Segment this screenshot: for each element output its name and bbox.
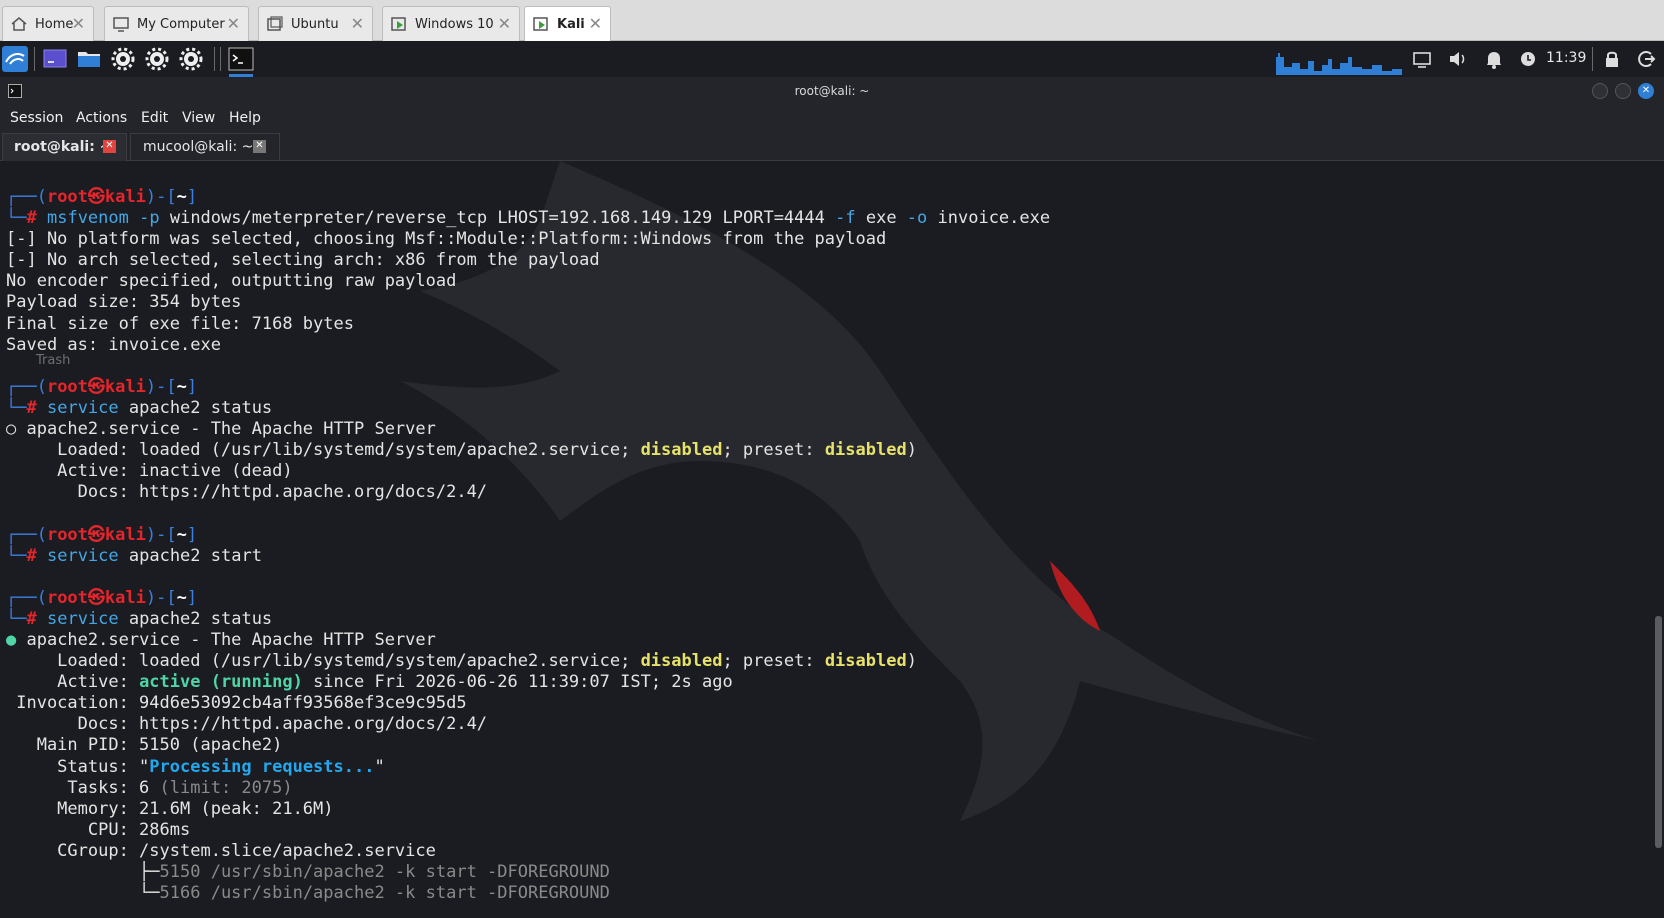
terminal-line: Final size of exe file: 7168 bytes <box>6 313 354 334</box>
menu-bar: Session Actions Edit View Help <box>0 105 1664 133</box>
menu-edit[interactable]: Edit <box>141 110 168 126</box>
terminal-line: Memory: 21.6M (peak: 21.6M) <box>6 798 334 819</box>
kali-menu-icon[interactable] <box>2 46 28 72</box>
vm-icon <box>267 16 283 31</box>
terminal-line: ○ apache2.service - The Apache HTTP Serv… <box>6 419 436 440</box>
home-icon <box>11 17 27 31</box>
vm-tab-label: Ubuntu <box>291 17 339 32</box>
vm-tab-label: My Computer <box>137 17 225 32</box>
close-icon[interactable]: ✕ <box>227 14 240 33</box>
menu-help[interactable]: Help <box>229 110 261 126</box>
terminal-line: Docs: https://httpd.apache.org/docs/2.4/ <box>6 714 488 735</box>
menu-actions[interactable]: Actions <box>76 110 127 126</box>
window-title: root@kali: ~ <box>794 84 870 98</box>
notification-bell-icon[interactable] <box>1483 46 1505 72</box>
terminal-tab-label: root@kali: ~ <box>14 139 112 155</box>
scrollbar-thumb[interactable] <box>1655 616 1662 848</box>
vm-running-icon <box>533 17 548 31</box>
terminal-line: Loaded: loaded (/usr/lib/systemd/system/… <box>6 440 917 461</box>
volume-icon[interactable] <box>1447 46 1469 72</box>
terminal-line: ● apache2.service - The Apache HTTP Serv… <box>6 629 436 650</box>
show-desktop-icon[interactable] <box>42 46 68 72</box>
terminal-line: [-] No arch selected, selecting arch: x8… <box>6 250 600 271</box>
terminal-output[interactable]: Trash ┌──(root㉿kali)-[~] └─# msfvenom -p … <box>0 161 1664 918</box>
close-icon[interactable]: ✕ <box>498 14 511 33</box>
terminal-tab-bar: root@kali: ~ ✕ mucool@kali: ~ ✕ <box>0 133 1664 161</box>
vm-tab-windows-10[interactable]: Windows 10 ✕ <box>382 6 520 41</box>
terminal-line: No encoder specified, outputting raw pay… <box>6 271 457 292</box>
close-icon[interactable]: ✕ <box>589 14 602 33</box>
terminal-line: Invocation: 94d6e53092cb4aff93568ef3ce9c… <box>6 693 467 714</box>
menu-session[interactable]: Session <box>10 110 63 126</box>
terminal-icon[interactable] <box>228 46 254 72</box>
terminal-line: ┌──(root㉿kali)-[~] <box>6 524 198 545</box>
terminal-line: └─# service apache2 status <box>6 608 273 629</box>
maximize-button[interactable] <box>1615 83 1631 99</box>
lock-icon[interactable] <box>1601 46 1623 72</box>
terminal-line: Docs: https://httpd.apache.org/docs/2.4/ <box>6 482 488 503</box>
terminal-line: Payload size: 354 bytes <box>6 292 242 313</box>
close-tab-icon[interactable]: ✕ <box>103 140 116 153</box>
terminal-line: └─# service apache2 status <box>6 397 273 418</box>
terminal-tab-root[interactable]: root@kali: ~ ✕ <box>2 133 127 161</box>
gear-icon[interactable] <box>144 46 170 72</box>
terminal-line: └─5166 /usr/sbin/apache2 -k start -DFORE… <box>6 883 610 904</box>
logout-icon[interactable] <box>1635 46 1657 72</box>
gear-icon[interactable] <box>110 46 136 72</box>
terminal-line: Active: inactive (dead) <box>6 461 293 482</box>
terminal-line: └─# service apache2 start <box>6 545 262 566</box>
terminal-line: CGroup: /system.slice/apache2.service <box>6 840 436 861</box>
terminal-line: Tasks: 6 (limit: 2075) <box>6 777 293 798</box>
display-icon[interactable] <box>1411 46 1433 72</box>
vm-tab-label: Kali <box>557 17 585 32</box>
terminal-line: Active: active (running) since Fri 2026-… <box>6 672 733 693</box>
terminal-line: Status: "Processing requests..." <box>6 756 385 777</box>
monitor-icon <box>113 17 129 32</box>
vm-tab-label: Home <box>35 17 74 32</box>
vm-tab-bar: Home ✕ My Computer ✕ Ubuntu ✕ Windows 10… <box>0 0 1664 42</box>
window-titlebar[interactable]: root@kali: ~ ✕ <box>0 77 1664 105</box>
terminal-line: Loaded: loaded (/usr/lib/systemd/system/… <box>6 651 917 672</box>
vm-tab-ubuntu[interactable]: Ubuntu ✕ <box>258 6 373 41</box>
cpu-graph-icon <box>1276 53 1402 75</box>
close-icon[interactable]: ✕ <box>351 14 364 33</box>
file-manager-icon[interactable] <box>76 46 102 72</box>
vm-running-icon <box>391 17 406 31</box>
power-status-icon[interactable] <box>1517 46 1539 72</box>
terminal-line: [-] No platform was selected, choosing M… <box>6 229 887 250</box>
terminal-line: └─# msfvenom -p windows/meterpreter/reve… <box>6 208 1051 229</box>
terminal-line: ┌──(root㉿kali)-[~] <box>6 376 198 397</box>
vm-tab-home[interactable]: Home ✕ <box>2 6 94 41</box>
terminal-tab-label: mucool@kali: ~ <box>143 139 254 155</box>
vm-tab-kali[interactable]: Kali ✕ <box>524 6 611 42</box>
panel-clock[interactable]: 11:39 <box>1546 50 1586 66</box>
terminal-line: ├─5150 /usr/sbin/apache2 -k start -DFORE… <box>6 862 610 882</box>
vm-tab-label: Windows 10 <box>415 17 494 32</box>
desktop-panel: 11:39 <box>0 41 1664 77</box>
terminal-line: ┌──(root㉿kali)-[~] <box>6 587 198 608</box>
terminal-line: ┌──(root㉿kali)-[~] <box>6 187 198 207</box>
terminal-line: Saved as: invoice.exe <box>6 334 221 355</box>
terminal-lines: ┌──(root㉿kali)-[~] └─# msfvenom -p window… <box>6 187 1050 904</box>
vm-tab-my-computer[interactable]: My Computer ✕ <box>104 6 249 41</box>
close-icon[interactable]: ✕ <box>72 14 85 33</box>
close-button[interactable]: ✕ <box>1638 83 1654 99</box>
terminal-line: CPU: 286ms <box>6 819 191 840</box>
close-tab-icon[interactable]: ✕ <box>253 140 266 153</box>
terminal-line: Main PID: 5150 (apache2) <box>6 735 283 756</box>
terminal-tab-mucool[interactable]: mucool@kali: ~ ✕ <box>130 133 280 161</box>
menu-view[interactable]: View <box>182 110 215 126</box>
minimize-button[interactable] <box>1592 83 1608 99</box>
gear-icon[interactable] <box>178 46 204 72</box>
